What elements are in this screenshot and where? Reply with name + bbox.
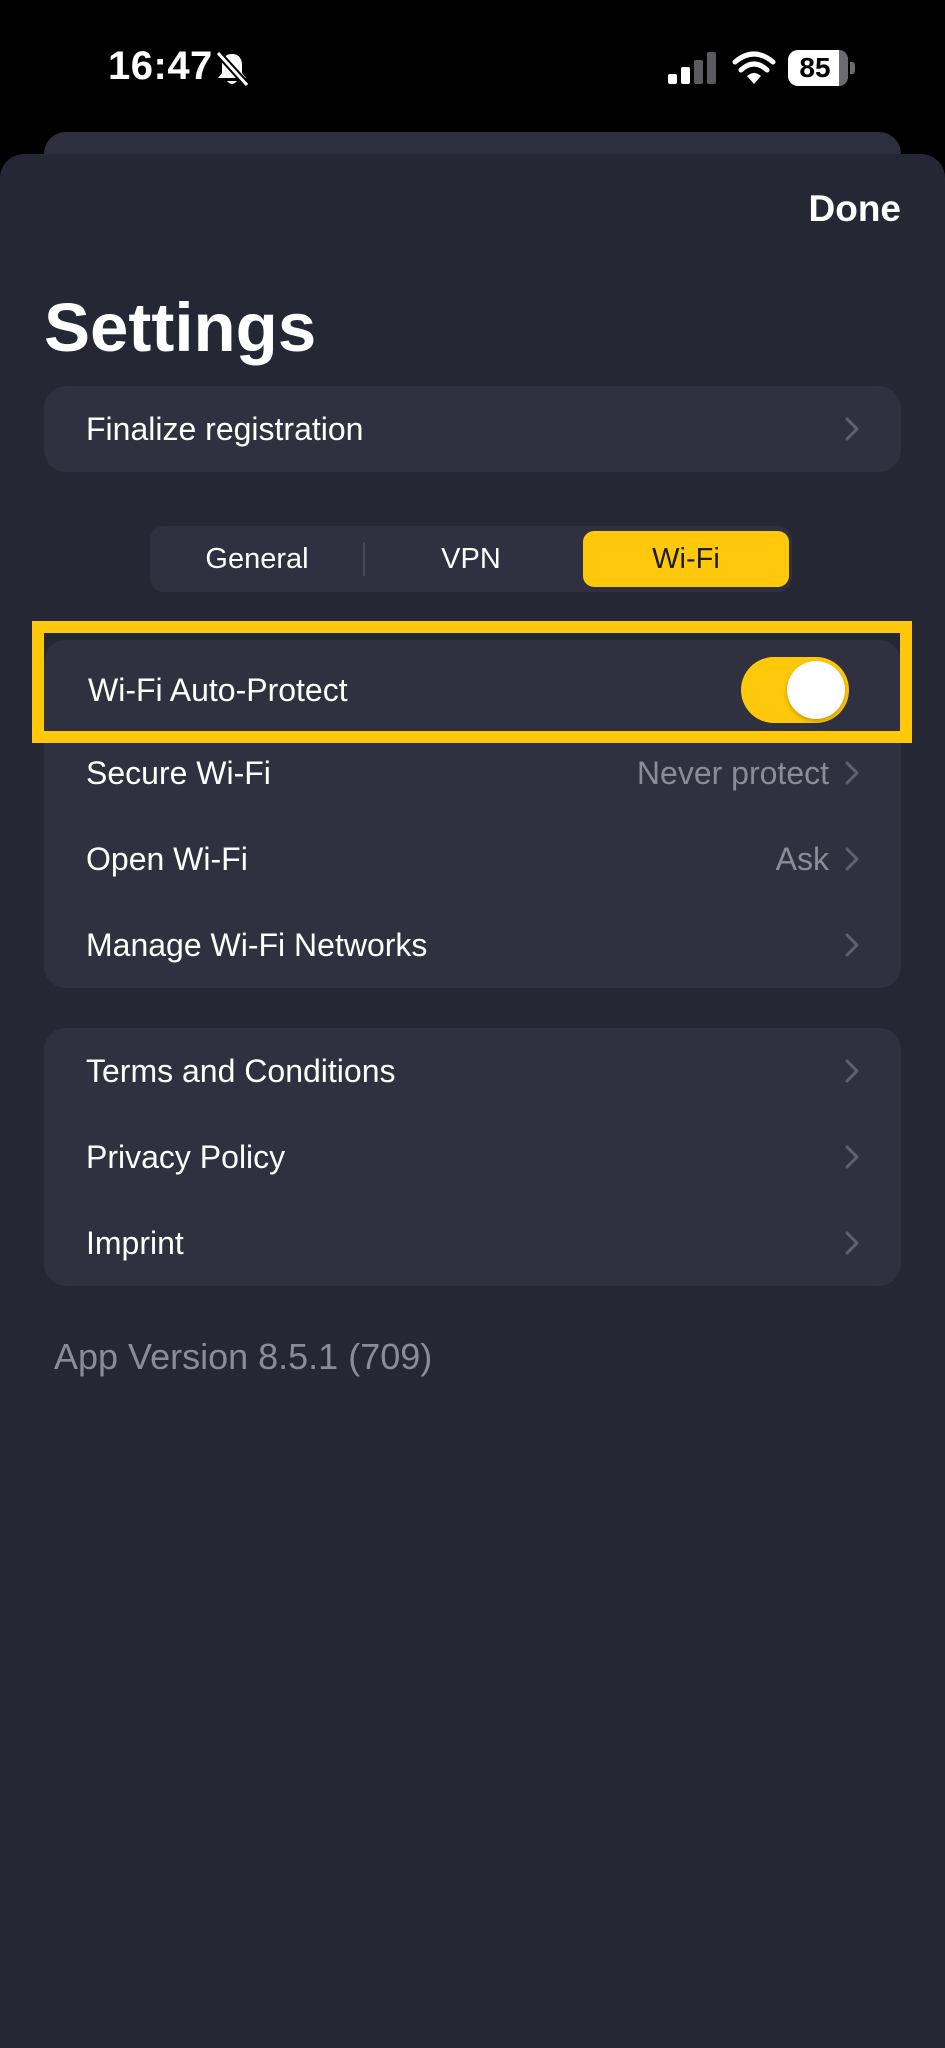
settings-tabs: General VPN Wi-Fi (150, 526, 792, 592)
terms-and-conditions-label: Terms and Conditions (86, 1053, 396, 1089)
toggle-knob (787, 661, 845, 719)
wifi-auto-protect-label: Wi-Fi Auto-Protect (88, 672, 348, 708)
status-bar: 16:47 85 (0, 0, 945, 140)
chevron-right-icon (845, 1145, 859, 1169)
imprint-label: Imprint (86, 1225, 184, 1261)
privacy-policy-label: Privacy Policy (86, 1139, 286, 1175)
manage-wifi-networks-row[interactable]: Manage Wi-Fi Networks (44, 902, 901, 988)
app-version: App Version 8.5.1 (709) (54, 1336, 433, 1377)
done-button[interactable]: Done (809, 188, 902, 230)
finalize-registration-label: Finalize registration (86, 411, 364, 447)
imprint-row[interactable]: Imprint (44, 1200, 901, 1286)
open-wifi-row[interactable]: Open Wi-Fi Ask (44, 816, 901, 902)
wifi-auto-protect-row: Wi-Fi Auto-Protect (44, 640, 901, 740)
chevron-right-icon (845, 1231, 859, 1255)
secure-wifi-value: Never protect (636, 755, 829, 791)
terms-and-conditions-row[interactable]: Terms and Conditions (44, 1028, 901, 1114)
chevron-right-icon (845, 847, 859, 871)
secure-wifi-label: Secure Wi-Fi (86, 755, 271, 791)
tab-general[interactable]: General (156, 531, 358, 587)
wifi-icon (732, 51, 776, 84)
cellular-signal-icon (668, 52, 716, 84)
finalize-registration-row[interactable]: Finalize registration (44, 386, 901, 472)
privacy-policy-row[interactable]: Privacy Policy (44, 1114, 901, 1200)
legal-card: Terms and Conditions Privacy Policy Impr… (44, 1028, 901, 1286)
chevron-right-icon (845, 761, 859, 785)
open-wifi-value: Ask (775, 841, 829, 877)
bell-slash-icon (215, 50, 250, 88)
chevron-right-icon (845, 933, 859, 957)
battery-level: 85 (799, 52, 831, 83)
page-title: Settings (44, 289, 317, 366)
tab-divider (363, 542, 365, 576)
open-wifi-label: Open Wi-Fi (86, 841, 248, 877)
battery-icon: 85 (788, 50, 858, 86)
status-time: 16:47 (108, 44, 213, 88)
manage-wifi-networks-label: Manage Wi-Fi Networks (86, 927, 428, 963)
wifi-auto-protect-toggle[interactable] (741, 657, 849, 723)
secure-wifi-row[interactable]: Secure Wi-Fi Never protect (44, 730, 901, 816)
tab-vpn[interactable]: VPN (370, 531, 572, 587)
chevron-right-icon (845, 1059, 859, 1083)
chevron-right-icon (845, 417, 859, 441)
tab-wifi[interactable]: Wi-Fi (583, 531, 789, 587)
